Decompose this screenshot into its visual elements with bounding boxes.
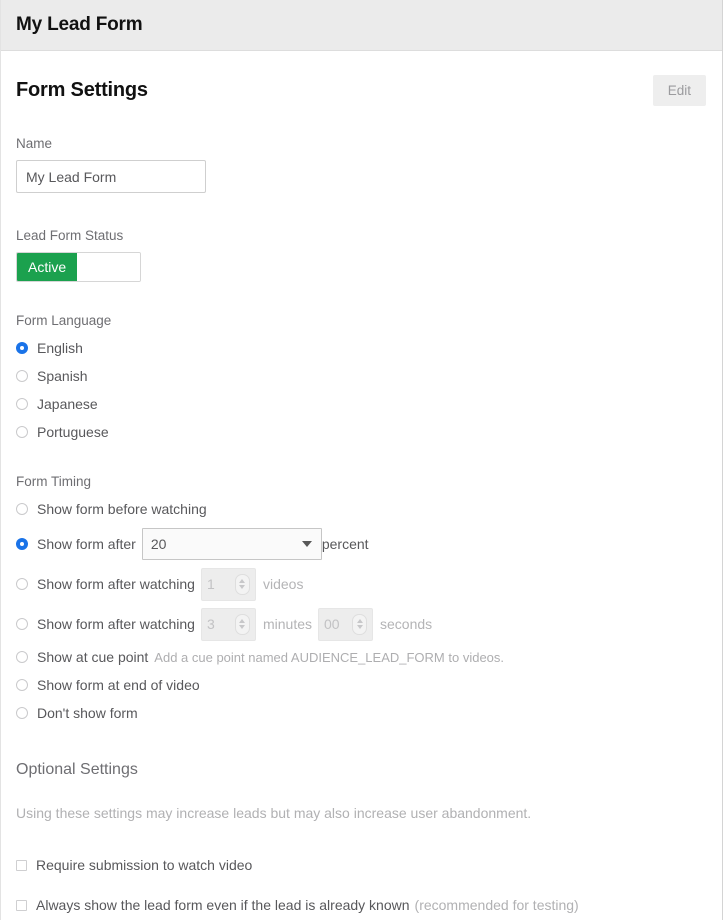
radio-icon[interactable] bbox=[16, 370, 28, 382]
radio-icon[interactable] bbox=[16, 503, 28, 515]
chevron-down-icon[interactable] bbox=[357, 625, 363, 629]
timing-group: Form Timing Show form before watching Sh… bbox=[16, 474, 707, 726]
videos-count-stepper[interactable]: 1 bbox=[201, 568, 256, 601]
timing-option-label: Show form after watching bbox=[37, 576, 195, 592]
language-option-japanese[interactable]: Japanese bbox=[16, 391, 707, 417]
videos-count-value: 1 bbox=[207, 576, 215, 592]
radio-icon[interactable] bbox=[16, 618, 28, 630]
section-title: Form Settings bbox=[16, 79, 148, 102]
radio-icon[interactable] bbox=[16, 679, 28, 691]
language-group: Form Language English Spanish Japanese P… bbox=[16, 313, 707, 445]
edit-button[interactable]: Edit bbox=[653, 75, 706, 106]
checkbox-label: Require submission to watch video bbox=[36, 857, 252, 873]
page-title: My Lead Form bbox=[0, 14, 142, 36]
radio-icon[interactable] bbox=[16, 426, 28, 438]
stepper-arrows-icon[interactable] bbox=[235, 614, 250, 635]
timing-option-label: Show form before watching bbox=[37, 501, 207, 517]
main-content: Form Settings Edit Name Lead Form Status… bbox=[0, 51, 723, 919]
seconds-unit-label: seconds bbox=[380, 616, 432, 632]
radio-icon[interactable] bbox=[16, 651, 28, 663]
percent-select[interactable]: 20 bbox=[142, 528, 322, 560]
videos-unit-label: videos bbox=[263, 576, 303, 592]
radio-icon[interactable] bbox=[16, 398, 28, 410]
checkbox-note: (recommended for testing) bbox=[415, 897, 579, 913]
chevron-up-icon[interactable] bbox=[239, 579, 245, 583]
optional-settings-title: Optional Settings bbox=[16, 761, 707, 779]
timing-option-after-videos[interactable]: Show form after watching 1 videos bbox=[16, 564, 707, 604]
status-group: Lead Form Status Active bbox=[16, 228, 707, 282]
timing-option-label: Don't show form bbox=[37, 705, 138, 721]
chevron-down-icon[interactable] bbox=[239, 625, 245, 629]
percent-unit-label: percent bbox=[322, 536, 369, 552]
timing-option-after-percent[interactable]: Show form after 20 percent bbox=[16, 524, 707, 564]
name-field-group: Name bbox=[16, 136, 707, 193]
language-option-label: Portuguese bbox=[37, 424, 109, 440]
language-option-label: English bbox=[37, 340, 83, 356]
checkbox-icon[interactable] bbox=[16, 860, 27, 871]
timing-option-after-time[interactable]: Show form after watching 3 minutes 00 se… bbox=[16, 604, 707, 644]
timing-label: Form Timing bbox=[16, 474, 707, 489]
checkbox-icon[interactable] bbox=[16, 900, 27, 911]
minutes-unit-label: minutes bbox=[263, 616, 312, 632]
radio-icon[interactable] bbox=[16, 578, 28, 590]
timing-option-label: Show form after watching bbox=[37, 616, 195, 632]
language-option-portuguese[interactable]: Portuguese bbox=[16, 419, 707, 445]
chevron-down-icon[interactable] bbox=[302, 541, 312, 547]
status-inactive-segment[interactable] bbox=[77, 253, 140, 281]
timing-option-label: Show at cue point bbox=[37, 649, 148, 665]
optional-settings-description: Using these settings may increase leads … bbox=[16, 805, 707, 821]
section-header: Form Settings Edit bbox=[16, 51, 707, 129]
app-header: My Lead Form bbox=[0, 0, 723, 51]
name-label: Name bbox=[16, 136, 707, 151]
radio-icon[interactable] bbox=[16, 538, 28, 550]
seconds-stepper[interactable]: 00 bbox=[318, 608, 373, 641]
timing-option-label: Show form at end of video bbox=[37, 677, 200, 693]
optional-settings-group: Optional Settings Using these settings m… bbox=[16, 761, 707, 919]
timing-option-cue-point[interactable]: Show at cue point Add a cue point named … bbox=[16, 644, 707, 670]
status-active-segment[interactable]: Active bbox=[17, 253, 77, 281]
cue-point-hint: Add a cue point named AUDIENCE_LEAD_FORM… bbox=[154, 650, 504, 665]
seconds-value: 00 bbox=[324, 616, 340, 632]
status-label: Lead Form Status bbox=[16, 228, 707, 243]
chevron-up-icon[interactable] bbox=[357, 619, 363, 623]
radio-icon[interactable] bbox=[16, 707, 28, 719]
stepper-arrows-icon[interactable] bbox=[235, 574, 250, 595]
timing-option-end-of-video[interactable]: Show form at end of video bbox=[16, 672, 707, 698]
language-option-english[interactable]: English bbox=[16, 335, 707, 361]
status-toggle[interactable]: Active bbox=[16, 252, 141, 282]
radio-icon[interactable] bbox=[16, 342, 28, 354]
timing-option-before-watching[interactable]: Show form before watching bbox=[16, 496, 707, 522]
language-option-spanish[interactable]: Spanish bbox=[16, 363, 707, 389]
minutes-value: 3 bbox=[207, 616, 215, 632]
timing-option-dont-show[interactable]: Don't show form bbox=[16, 700, 707, 726]
form-name-input[interactable] bbox=[16, 160, 206, 193]
checkbox-always-show-lead-form[interactable]: Always show the lead form even if the le… bbox=[16, 891, 707, 919]
timing-option-label: Show form after bbox=[37, 536, 136, 552]
language-option-label: Spanish bbox=[37, 368, 88, 384]
language-label: Form Language bbox=[16, 313, 707, 328]
minutes-stepper[interactable]: 3 bbox=[201, 608, 256, 641]
chevron-down-icon[interactable] bbox=[239, 585, 245, 589]
chevron-up-icon[interactable] bbox=[239, 619, 245, 623]
percent-select-value: 20 bbox=[151, 536, 167, 552]
checkbox-require-submission[interactable]: Require submission to watch video bbox=[16, 851, 707, 879]
stepper-arrows-icon[interactable] bbox=[352, 614, 367, 635]
checkbox-label: Always show the lead form even if the le… bbox=[36, 897, 410, 913]
language-option-label: Japanese bbox=[37, 396, 98, 412]
